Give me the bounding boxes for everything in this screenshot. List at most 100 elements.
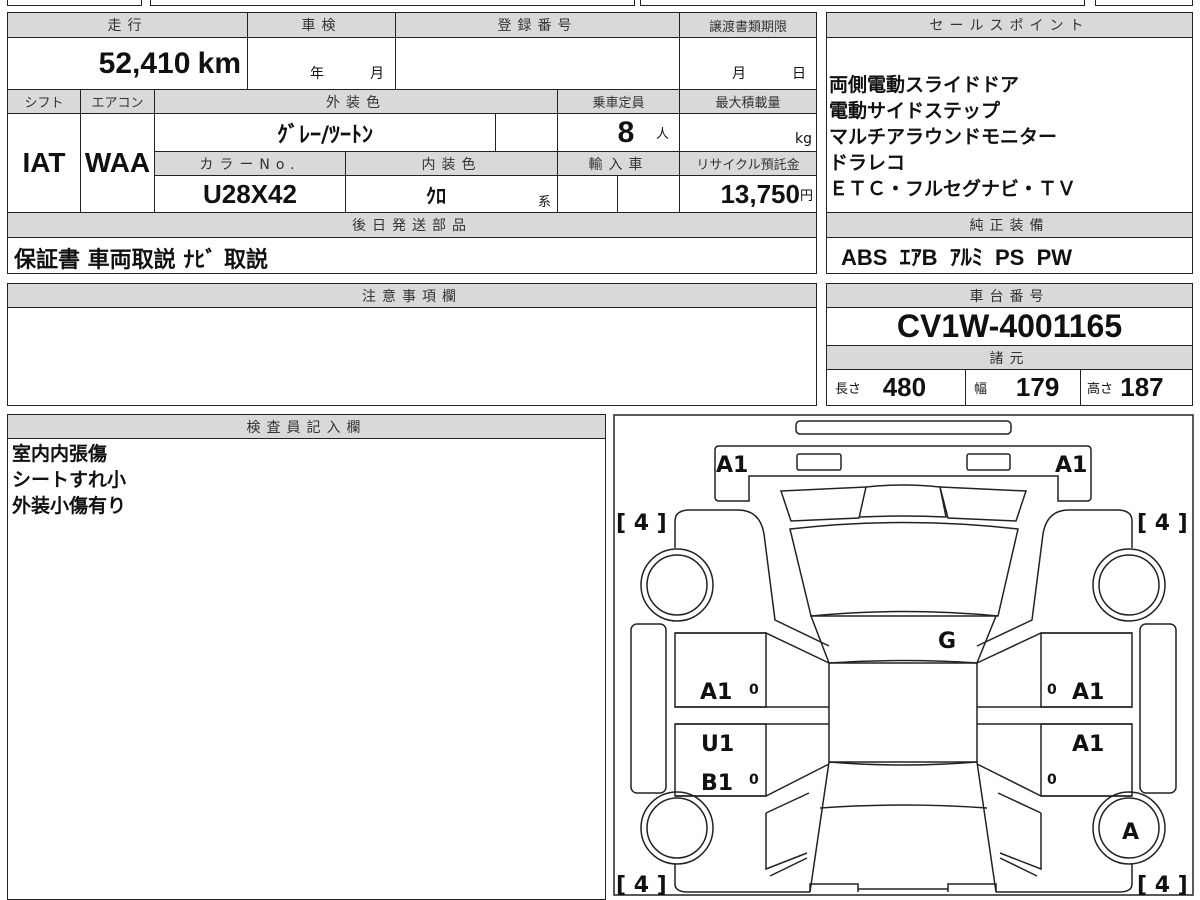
recycle-fee-number: 13,750 [720, 178, 800, 209]
side-sill-right [1139, 623, 1177, 794]
wheel-front-right [1092, 548, 1166, 622]
capacity-number: 8 [617, 115, 635, 149]
aircon-value: WAA [80, 113, 155, 213]
spec-width: 幅 179 [965, 369, 1081, 406]
capacity-value: 8 人 [557, 113, 680, 152]
interior-color-header: 内装色 [345, 151, 558, 176]
sales-point-item: ドラレコ [829, 152, 906, 174]
sales-point-item: ＥＴＣ・フルセグナビ・ＴＶ [829, 178, 1077, 200]
spec-length-value: 480 [882, 372, 927, 402]
chassis-value: CV1W-4001165 [826, 307, 1193, 346]
mark-front-right: A1 [1055, 453, 1087, 478]
specs-header: 諸元 [826, 345, 1193, 370]
exterior-color-header: 外装色 [154, 89, 558, 114]
sales-point-item: 電動サイドステップ [829, 100, 1001, 122]
wheel-rear-left [640, 791, 714, 865]
capacity-header: 乗車定員 [557, 89, 680, 114]
front-bumper [795, 420, 1012, 435]
interior-color-text: ｸﾛ [426, 183, 446, 208]
car-damage-diagram: A1 A1 [ 4 ] [ 4 ] [ 4 ] [ 4 ] G A1 A1 U1… [613, 414, 1194, 898]
import-header: 輸入車 [557, 151, 680, 176]
mileage-header: 走行 [7, 12, 248, 38]
inspector-note: 室内内張傷 [12, 443, 108, 465]
pillar-left [675, 706, 829, 725]
hood [789, 521, 1019, 617]
top-strip-cell [1095, 0, 1193, 6]
top-strip-cell [150, 0, 635, 6]
month-unit: 月 [370, 66, 384, 82]
mark-front-left: A1 [716, 453, 748, 478]
front-fender-left [674, 509, 830, 664]
rear-body [809, 761, 997, 893]
recycle-fee-header: リサイクル預託金 [679, 151, 817, 176]
color-no-value: U28X42 [154, 175, 346, 213]
mileage-unit: km [197, 46, 241, 80]
max-load-header: 最大積載量 [679, 89, 817, 114]
top-strip-cell [640, 0, 1085, 6]
spec-height: 高さ 187 [1080, 369, 1193, 406]
spec-width-value: 179 [1015, 372, 1060, 402]
sales-point-item: マルチアラウンドモニター [829, 126, 1058, 148]
sales-point-item: 両側電動スライドドア [829, 74, 1020, 96]
inspection-header: 車検 [247, 12, 396, 38]
headlight-left [796, 453, 842, 471]
transfer-deadline-value: 月 日 [679, 37, 817, 90]
mark-rear-door-left-1: U1 [701, 732, 734, 757]
mark-rear-door-left-2: B1 [701, 771, 733, 796]
interior-color-value: ｸﾛ 系 [345, 175, 558, 213]
front-body [714, 445, 1092, 502]
import-value-1 [557, 175, 618, 213]
notes-body [7, 307, 817, 406]
mark-rear-door-right: A1 [1072, 732, 1104, 757]
tire-front-left: [ 4 ] [616, 511, 667, 536]
tire-front-right: [ 4 ] [1137, 511, 1188, 536]
inspector-note: 外装小傷有り [12, 495, 127, 517]
shift-value: IAT [7, 113, 81, 213]
exterior-color-text: ｸﾞﾚｰ/ﾂｰﾄﾝ [276, 122, 374, 148]
top-strip-cell [7, 0, 142, 6]
mark-rear-door-right-zero: 0 [1047, 772, 1057, 788]
notes-header: 注意事項欄 [7, 283, 817, 308]
grille-right [939, 486, 1028, 522]
color-no-header: カラーNo. [154, 151, 346, 176]
mark-windshield: G [938, 629, 956, 654]
sales-points-header: セールスポイント [826, 12, 1193, 38]
front-fender-right [976, 509, 1133, 664]
month-unit: 月 [732, 66, 746, 82]
wheel-front-left [640, 548, 714, 622]
sales-points-list: 両側電動スライドドア 電動サイドステップ マルチアラウンドモニター ドラレコ Ｅ… [826, 37, 1193, 213]
mark-rear-door-left-zero: 0 [749, 772, 759, 788]
aircon-header: エアコン [80, 89, 155, 114]
spec-length-label: 長さ [835, 382, 862, 397]
mileage-number: 52,410 [98, 46, 191, 80]
recycle-fee-value: 13,750 円 [679, 175, 817, 213]
exterior-color-value: ｸﾞﾚｰ/ﾂｰﾄﾝ [154, 113, 496, 152]
later-parts-value: 保証書 車両取説 ﾅﾋﾞ 取説 [7, 237, 817, 274]
spec-height-label: 高さ [1087, 382, 1114, 397]
later-parts-header: 後日発送部品 [7, 212, 817, 238]
side-sill-left [630, 623, 667, 794]
mark-rear-right-wheel: A [1122, 820, 1139, 845]
inspection-value: 年 月 [247, 37, 396, 90]
roof [828, 662, 978, 763]
mark-front-door-left-zero: 0 [749, 682, 759, 698]
spec-height-value: 187 [1120, 372, 1164, 402]
mark-front-door-left: A1 [700, 680, 732, 705]
registration-value [395, 37, 680, 90]
diagram-border [613, 414, 1194, 896]
standard-equipment-header: 純正装備 [826, 212, 1193, 238]
grille-left [779, 486, 867, 522]
mark-front-door-right-zero: 0 [1047, 682, 1057, 698]
mileage-value: 52,410 km [7, 37, 248, 90]
max-load-value: kg [679, 113, 817, 152]
tire-rear-left: [ 4 ] [616, 873, 667, 898]
tire-rear-right: [ 4 ] [1137, 873, 1188, 898]
exterior-color-extra [495, 113, 558, 152]
cowl [809, 615, 998, 664]
day-unit: 日 [792, 66, 806, 82]
spec-length: 長さ 480 [826, 369, 966, 406]
transfer-deadline-header: 譲渡書類期限 [679, 12, 817, 38]
rear-bumper [809, 883, 997, 892]
shift-header: シフト [7, 89, 81, 114]
inspector-header: 検査員記入欄 [7, 414, 606, 439]
